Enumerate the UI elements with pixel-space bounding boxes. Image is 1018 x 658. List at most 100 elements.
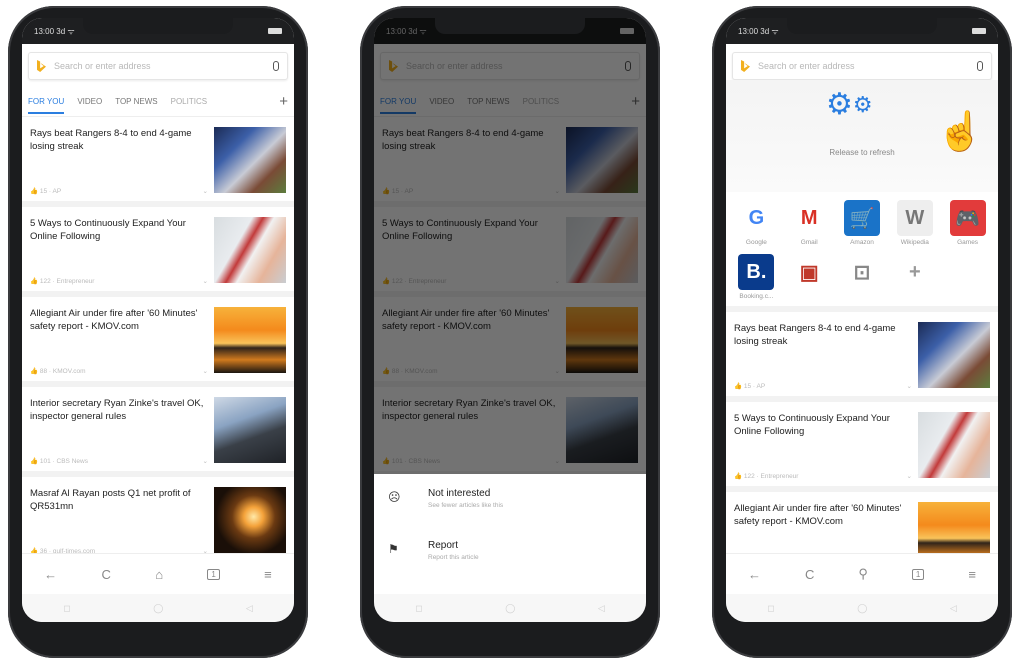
screen: 13:00 3d ᯤ Search or enter address FOR Y… xyxy=(374,18,646,622)
speed-dial-amazon[interactable]: 🛒 Amazon xyxy=(836,200,889,246)
home-button-icon[interactable]: ◯ xyxy=(153,603,163,614)
folder-icon: ▣ xyxy=(791,254,828,290)
news-item[interactable]: Allegiant Air under fire after '60 Minut… xyxy=(22,297,294,387)
back-button-icon[interactable]: ◁ xyxy=(598,603,605,614)
notch xyxy=(435,18,585,34)
phone-pull-to-refresh: 13:00 3d ᯤ Search or enter address ⚙⚙ Re… xyxy=(712,6,1012,658)
option-subtitle: Report this article xyxy=(428,554,479,561)
news-thumbnail xyxy=(918,412,990,478)
speed-dial-booking[interactable]: B. Booking.c... xyxy=(730,254,783,300)
speed-dial-label: Games xyxy=(957,239,979,246)
home-icon[interactable]: ⌂ xyxy=(155,567,163,582)
dismiss-icon[interactable]: ⌄ xyxy=(907,382,912,390)
search-icon[interactable]: ⚲ xyxy=(858,566,868,582)
not-interested-option[interactable]: ☹ Not interested See fewer articles like… xyxy=(374,480,646,532)
option-title: Not interested xyxy=(428,488,491,499)
screen: 13:00 3d ᯤ Search or enter address FOR Y… xyxy=(22,18,294,622)
tab-for-you[interactable]: FOR YOU xyxy=(28,89,65,114)
browser-toolbar: ← C ⌂ 1 ≡ xyxy=(22,553,294,594)
dismiss-icon[interactable]: ⌄ xyxy=(907,472,912,480)
amazon-cart-icon: 🛒 xyxy=(843,200,880,236)
gears-icon: ⚙⚙ xyxy=(826,88,873,121)
battery-icon xyxy=(972,28,986,34)
dismiss-icon[interactable]: ⌄ xyxy=(203,277,208,285)
home-button-icon[interactable]: ◯ xyxy=(505,603,515,614)
reload-icon[interactable]: C xyxy=(805,567,814,582)
news-item[interactable]: 5 Ways to Continuously Expand Your Onlin… xyxy=(22,207,294,297)
phone-feed: 13:00 3d ᯤ Search or enter address FOR Y… xyxy=(8,6,308,658)
news-item[interactable]: 5 Ways to Continuously Expand Your Onlin… xyxy=(726,402,998,492)
back-button-icon[interactable]: ◁ xyxy=(950,603,957,614)
menu-icon[interactable]: ≡ xyxy=(968,567,976,582)
browser-toolbar: ← C ⚲ 1 ≡ xyxy=(726,553,998,594)
article-options-sheet: ☹ Not interested See fewer articles like… xyxy=(374,474,646,594)
speed-dial-add[interactable]: + xyxy=(888,254,941,300)
dismiss-icon[interactable]: ⌄ xyxy=(203,457,208,465)
speed-dial-offline[interactable]: ⊡ xyxy=(836,254,889,300)
wikipedia-globe-icon: W xyxy=(896,200,933,236)
speed-dial-gmail[interactable]: M Gmail xyxy=(783,200,836,246)
news-title: 5 Ways to Continuously Expand Your Onlin… xyxy=(734,413,890,437)
news-meta: 👍 101 · CBS News xyxy=(30,458,88,465)
search-bar[interactable]: Search or enter address xyxy=(28,52,288,80)
news-title: Rays beat Rangers 8-4 to end 4-game losi… xyxy=(30,128,192,152)
back-button-icon[interactable]: ◁ xyxy=(246,603,253,614)
speed-dial-label: Gmail xyxy=(800,239,818,246)
flag-icon: ⚑ xyxy=(388,542,399,556)
recents-icon[interactable]: ◻ xyxy=(415,603,422,614)
booking-icon: B. xyxy=(738,254,775,290)
news-item[interactable]: Interior secretary Ryan Zinke's travel O… xyxy=(22,387,294,477)
speed-dial-folder[interactable]: ▣ xyxy=(783,254,836,300)
search-input[interactable]: Search or enter address xyxy=(758,61,977,71)
notch xyxy=(83,18,233,34)
news-meta: 👍 122 · Entrepreneur xyxy=(734,473,799,480)
back-icon[interactable]: ← xyxy=(44,567,57,582)
battery-icon xyxy=(268,28,282,34)
news-meta: 👍 15 · AP xyxy=(734,383,766,390)
speed-dial-google[interactable]: G Google xyxy=(730,200,783,246)
tab-politics[interactable]: POLITICS xyxy=(171,89,207,114)
recents-icon[interactable]: ◻ xyxy=(63,603,70,614)
dismiss-icon[interactable]: ⌄ xyxy=(203,187,208,195)
bing-logo-icon xyxy=(741,60,750,72)
menu-icon[interactable]: ≡ xyxy=(264,567,272,582)
status-time: 13:00 3d ᯤ xyxy=(738,26,779,36)
dismiss-icon[interactable]: ⌄ xyxy=(203,367,208,375)
not-interested-icon: ☹ xyxy=(388,490,401,504)
mic-icon[interactable] xyxy=(273,61,279,71)
add-tab-icon[interactable]: + xyxy=(279,93,288,110)
status-time: 13:00 3d ᯤ xyxy=(34,26,75,36)
news-thumbnail xyxy=(918,322,990,388)
google-icon: G xyxy=(738,200,775,236)
option-title: Report xyxy=(428,540,459,551)
speed-dial-wikipedia[interactable]: W Wikipedia xyxy=(888,200,941,246)
report-option[interactable]: ⚑ Report Report this article xyxy=(374,532,646,584)
reload-icon[interactable]: C xyxy=(101,567,110,582)
search-bar[interactable]: Search or enter address xyxy=(732,52,992,80)
search-input[interactable]: Search or enter address xyxy=(54,61,273,71)
pull-refresh-area: ⚙⚙ Release to refresh ☝ xyxy=(726,80,998,192)
tab-video[interactable]: VIDEO xyxy=(77,89,102,114)
speed-dial-grid: G Google M Gmail 🛒 Amazon W Wikipedia 🎮 Games… xyxy=(726,192,998,312)
speed-dial-label: Wikipedia xyxy=(900,239,929,246)
phone-feed-menu: 13:00 3d ᯤ Search or enter address FOR Y… xyxy=(360,6,660,658)
home-button-icon[interactable]: ◯ xyxy=(857,603,867,614)
back-icon[interactable]: ← xyxy=(748,567,761,582)
system-nav: ◻ ◯ ◁ xyxy=(22,594,294,622)
tab-top-news[interactable]: TOP NEWS xyxy=(115,89,157,114)
mic-icon[interactable] xyxy=(977,61,983,71)
screen: 13:00 3d ᯤ Search or enter address ⚙⚙ Re… xyxy=(726,18,998,622)
news-thumbnail xyxy=(214,127,286,193)
tabs-count-icon[interactable]: 1 xyxy=(207,568,220,580)
speed-dial-label: Google xyxy=(745,239,767,246)
news-tabs: FOR YOU VIDEO TOP NEWS POLITICS + xyxy=(22,86,294,117)
swipe-hand-icon: ☝ xyxy=(936,111,984,153)
news-title: Rays beat Rangers 8-4 to end 4-game losi… xyxy=(734,323,896,347)
speed-dial-label: Booking.c... xyxy=(739,293,774,300)
news-item[interactable]: Rays beat Rangers 8-4 to end 4-game losi… xyxy=(726,312,998,402)
news-item[interactable]: Rays beat Rangers 8-4 to end 4-game losi… xyxy=(22,117,294,207)
news-title: Allegiant Air under fire after '60 Minut… xyxy=(734,503,902,527)
speed-dial-games[interactable]: 🎮 Games xyxy=(941,200,994,246)
recents-icon[interactable]: ◻ xyxy=(767,603,774,614)
tabs-count-icon[interactable]: 1 xyxy=(911,568,925,580)
